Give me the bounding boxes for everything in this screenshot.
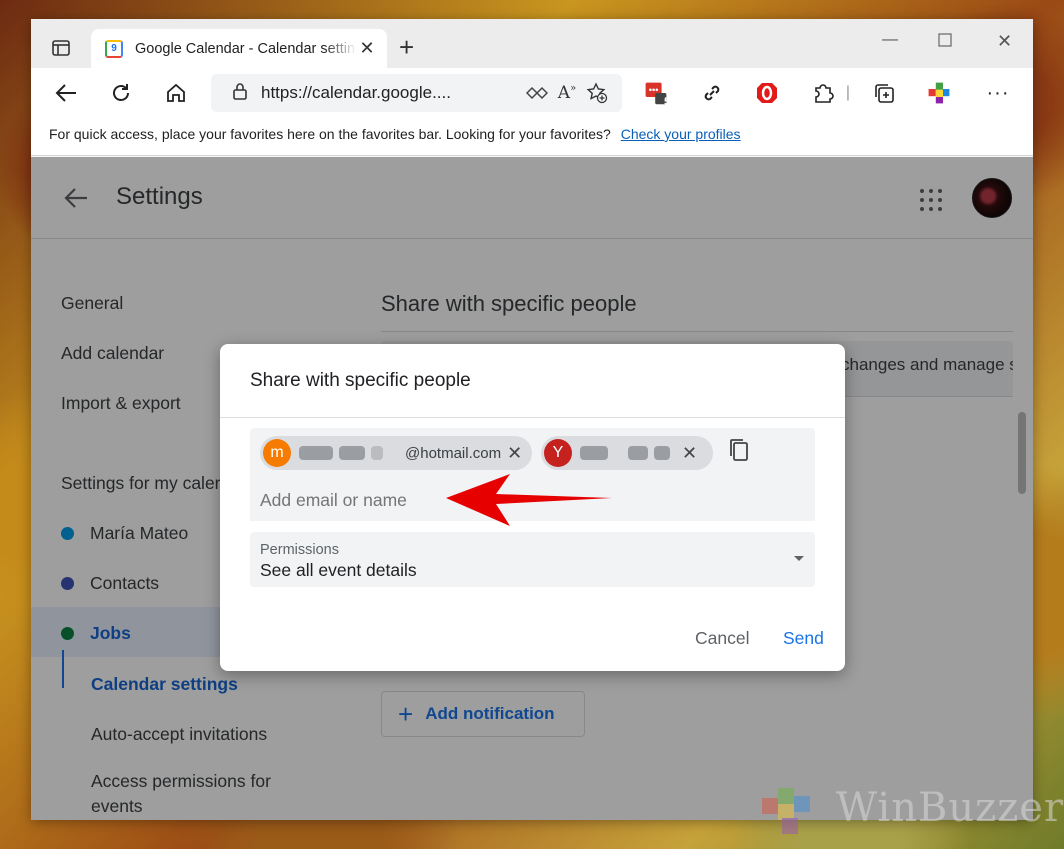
redacted-text (371, 446, 383, 460)
watermark: WinBuzzer (762, 784, 1064, 834)
window-close-icon[interactable]: ✕ (997, 31, 1012, 52)
check-profiles-link[interactable]: Check your profiles (621, 126, 741, 142)
refresh-icon[interactable] (109, 81, 133, 105)
opera-extension-icon[interactable] (755, 81, 779, 105)
chip-email: @hotmail.com (405, 444, 502, 462)
back-icon[interactable] (54, 81, 78, 105)
cancel-button[interactable]: Cancel (695, 628, 749, 649)
favorites-bar: For quick access, place your favorites h… (31, 118, 1033, 156)
dialog-title: Share with specific people (250, 370, 471, 391)
redacted-text (654, 446, 670, 460)
calendar-settings-page: Settings General Add calendar Import & e… (31, 157, 1033, 820)
add-favorite-icon[interactable] (582, 82, 612, 104)
toolbar-divider: | (845, 84, 851, 101)
redacted-text (628, 446, 648, 460)
remove-chip-icon[interactable]: ✕ (682, 443, 697, 464)
browser-toolbar: https://calendar.google.... A» 5 | ··· (31, 68, 1033, 118)
dropdown-caret-icon (794, 556, 804, 561)
copy-icon[interactable] (728, 438, 750, 462)
redacted-text (580, 446, 608, 460)
immersive-reader-icon[interactable] (522, 86, 552, 100)
link-icon[interactable] (700, 81, 724, 105)
share-dialog: Share with specific people m @hotmail.co… (220, 344, 845, 671)
recipients-field[interactable]: m @hotmail.com ✕ Y ✕ (250, 428, 815, 526)
tab-close-icon[interactable]: ✕ (357, 38, 377, 59)
recipient-chip[interactable]: Y ✕ (541, 436, 713, 470)
extension-badge: 5 (663, 96, 671, 108)
permissions-label: Permissions (260, 542, 339, 558)
collections-icon[interactable] (872, 81, 896, 105)
cube-extension-icon[interactable] (927, 81, 951, 105)
chip-avatar: m (263, 439, 291, 467)
watermark-text: WinBuzzer (836, 785, 1064, 831)
tab-title: Google Calendar - Calendar settings (135, 40, 357, 57)
red-arrow-annotation (446, 474, 612, 526)
recipient-chip[interactable]: m @hotmail.com ✕ (260, 436, 532, 470)
watermark-logo-icon (762, 784, 822, 834)
extensions-puzzle-icon[interactable] (811, 81, 835, 105)
permissions-select[interactable]: Permissions See all event details (250, 532, 815, 587)
tab-strip: 9 Google Calendar - Calendar settings ✕ … (31, 19, 1033, 68)
remove-chip-icon[interactable]: ✕ (507, 443, 522, 464)
maximize-icon[interactable] (938, 33, 952, 52)
home-icon[interactable] (164, 81, 188, 105)
tab-actions-icon[interactable] (47, 36, 75, 60)
favorites-message: For quick access, place your favorites h… (49, 126, 611, 142)
lock-icon[interactable] (233, 82, 247, 105)
calendar-favicon-icon: 9 (105, 39, 123, 58)
new-tab-icon[interactable]: + (399, 34, 414, 60)
read-aloud-icon[interactable]: A» (552, 83, 582, 103)
redacted-text (299, 446, 333, 460)
browser-tab[interactable]: 9 Google Calendar - Calendar settings ✕ (91, 29, 387, 68)
minimize-icon[interactable]: — (882, 31, 898, 49)
redacted-text (339, 446, 365, 460)
address-bar[interactable]: https://calendar.google.... A» (211, 74, 622, 112)
permissions-value: See all event details (260, 560, 417, 580)
extension-calendar-icon[interactable]: 5 (644, 81, 670, 108)
chip-avatar: Y (544, 439, 572, 467)
browser-window: 9 Google Calendar - Calendar settings ✕ … (31, 19, 1033, 820)
more-options-icon[interactable]: ··· (986, 81, 1010, 105)
url-text[interactable]: https://calendar.google.... (261, 83, 522, 103)
send-button[interactable]: Send (783, 628, 824, 649)
divider (220, 417, 845, 418)
